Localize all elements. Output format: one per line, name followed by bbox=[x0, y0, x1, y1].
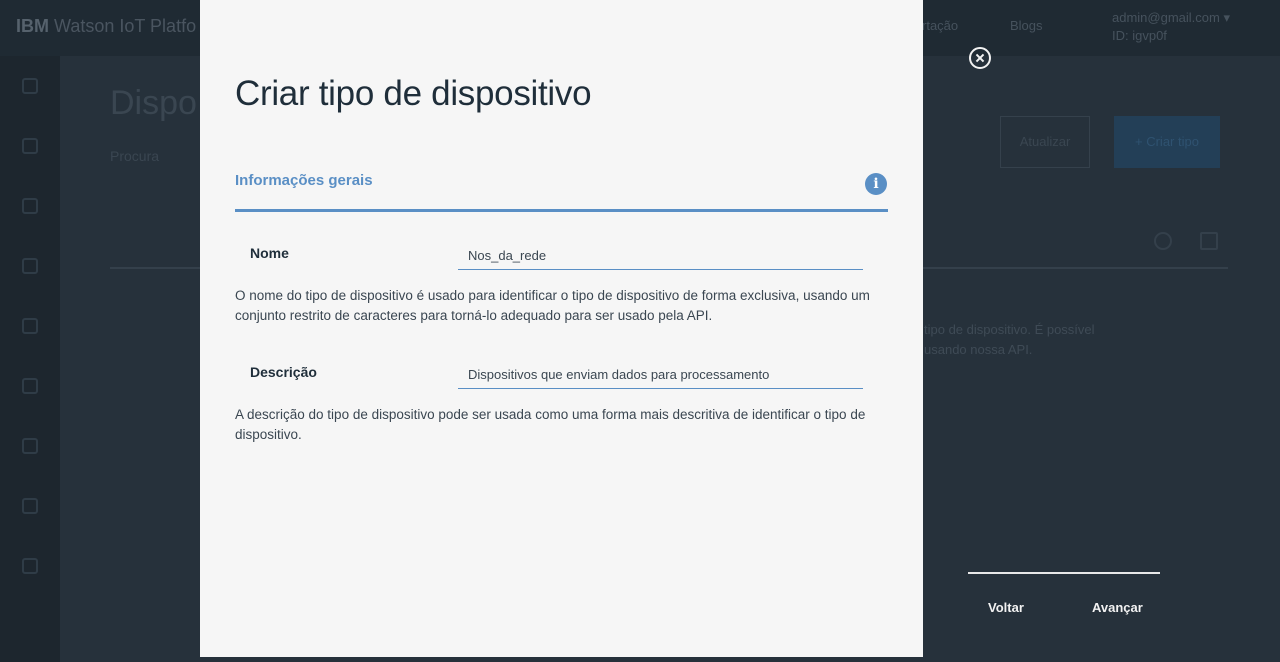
info-icon[interactable]: i bbox=[865, 173, 887, 195]
devices-icon bbox=[22, 138, 38, 154]
description-help-text: A descrição do tipo de dispositivo pode … bbox=[235, 407, 866, 442]
brand-logo: IBM Watson IoT Platfo bbox=[16, 16, 197, 36]
section-divider bbox=[235, 209, 888, 212]
name-label: Nome bbox=[250, 245, 289, 261]
apps-icon bbox=[22, 258, 38, 274]
section-title: Informações gerais bbox=[235, 172, 373, 189]
background-page-title: Dispo bbox=[110, 84, 197, 122]
nav-link-documentation: rtação bbox=[922, 18, 959, 33]
left-nav bbox=[0, 56, 60, 662]
close-icon[interactable] bbox=[969, 47, 991, 69]
refresh-button: Atualizar bbox=[1000, 116, 1090, 168]
description-label: Descrição bbox=[250, 364, 317, 380]
back-button[interactable]: Voltar bbox=[988, 600, 1024, 615]
usage-icon bbox=[22, 318, 38, 334]
next-button[interactable]: Avançar bbox=[1092, 600, 1143, 615]
name-field[interactable] bbox=[458, 242, 863, 270]
settings-icon bbox=[22, 498, 38, 514]
mobile-icon bbox=[22, 378, 38, 394]
user-menu: admin@gmail.com ▾ ID: igvp0f bbox=[1112, 10, 1230, 43]
create-type-button: + Criar tipo bbox=[1114, 116, 1220, 168]
security-icon bbox=[22, 438, 38, 454]
description-field[interactable] bbox=[458, 361, 863, 389]
name-help-text: O nome do tipo de dispositivo é usado pa… bbox=[235, 288, 870, 323]
background-search-label: Procura bbox=[110, 148, 160, 164]
nav-link-blogs: Blogs bbox=[1010, 18, 1043, 33]
search-icon bbox=[1154, 232, 1172, 250]
trash-icon bbox=[1200, 232, 1218, 250]
modal-title: Criar tipo de dispositivo bbox=[235, 74, 592, 113]
members-icon bbox=[22, 198, 38, 214]
step-progress-line bbox=[968, 572, 1160, 574]
boards-icon bbox=[22, 78, 38, 94]
background-description: tipo de dispositivo. É possível usando n… bbox=[924, 322, 1095, 357]
create-device-type-modal: Criar tipo de dispositivo Informações ge… bbox=[200, 0, 923, 657]
extensions-icon bbox=[22, 558, 38, 574]
